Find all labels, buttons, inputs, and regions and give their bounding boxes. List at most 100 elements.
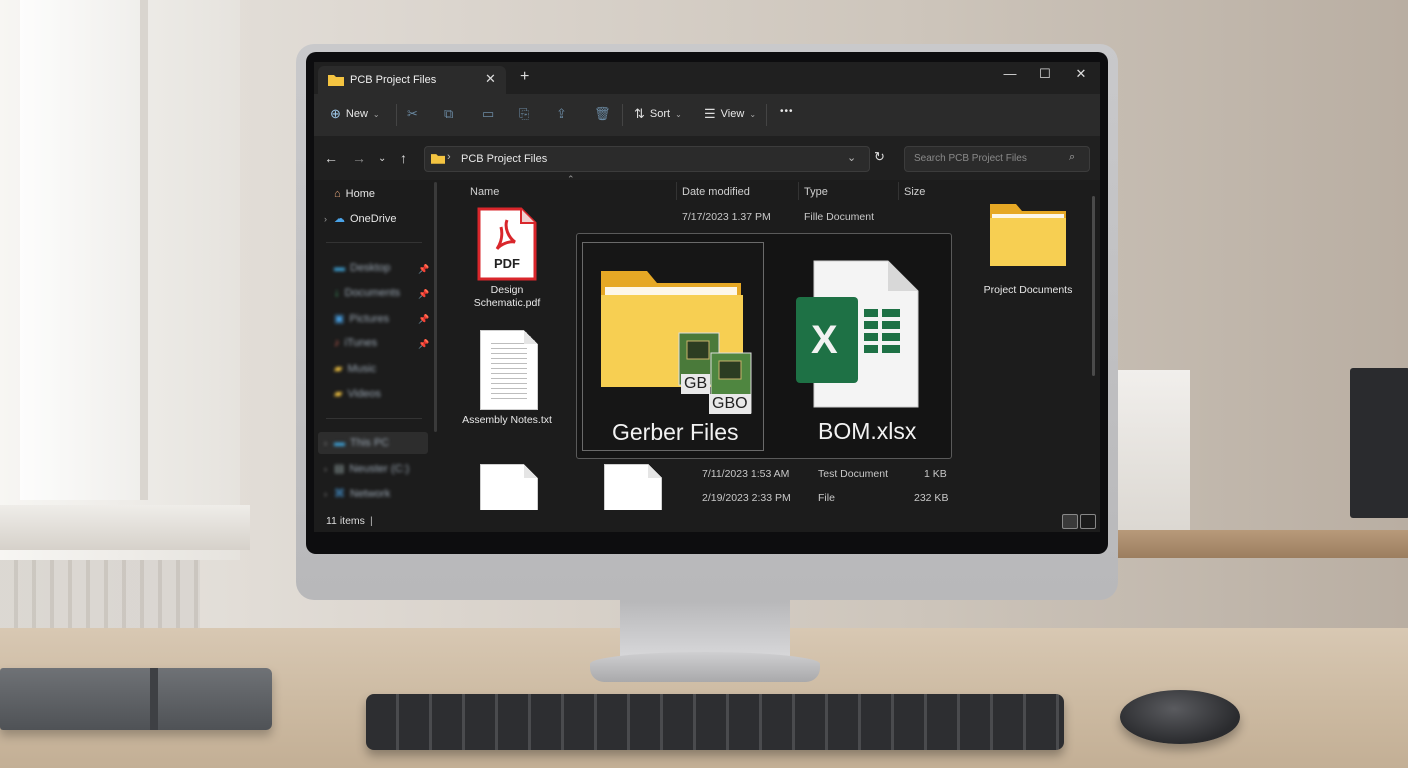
chevron-down-icon: ⌄: [749, 109, 757, 119]
folder-icon: [990, 204, 1066, 266]
maximize-button[interactable]: ☐: [1030, 66, 1060, 82]
size-cell: 1 KB: [924, 468, 947, 480]
pdf-badge: PDF: [494, 256, 520, 271]
refresh-icon[interactable]: ↻: [874, 149, 885, 165]
up-arrow-icon[interactable]: ↑: [400, 150, 407, 166]
monitor-stand: [620, 598, 790, 660]
column-header-date-modified[interactable]: Date modified: [682, 186, 750, 198]
sidebar-item-home[interactable]: ⌂ Home: [334, 188, 375, 200]
status-bar: 11 items |: [314, 510, 1100, 532]
sidebar-item-drive[interactable]: › ▤ Neuster (C:): [324, 462, 410, 476]
file-name: BOM.xlsx: [818, 418, 917, 444]
home-icon: ⌂: [334, 188, 341, 200]
back-arrow-icon[interactable]: ←: [324, 150, 338, 166]
paste-icon[interactable]: ▭: [482, 106, 494, 122]
excel-letter: X: [811, 318, 838, 362]
sidebar-item-label: This PC: [350, 437, 390, 449]
sidebar-item-desktop[interactable]: ▬ Desktop: [334, 262, 390, 274]
close-window-button[interactable]: ✕: [1066, 66, 1096, 82]
sort-ascending-icon: ⌃: [567, 174, 575, 184]
details-view-button[interactable]: [1062, 514, 1078, 529]
view-button[interactable]: ☰ View ⌄: [704, 106, 756, 122]
recent-locations-chevron-icon[interactable]: ⌄: [378, 153, 386, 164]
date-modified-cell: 2/19/2023 2:33 PM: [702, 492, 791, 504]
address-bar[interactable]: › PCB Project Files ⌄: [424, 146, 870, 172]
text-lines: [491, 343, 527, 399]
folder-item-gerber-files[interactable]: GB GBO Gerber Files: [582, 242, 764, 451]
column-header-size[interactable]: Size: [904, 186, 925, 198]
breadcrumb-path: PCB Project Files: [461, 153, 548, 165]
sidebar-item-music[interactable]: ▰ Music: [334, 362, 376, 376]
share-icon[interactable]: ⇪: [556, 106, 567, 122]
delete-icon[interactable]: 🗑: [594, 106, 611, 122]
sidebar-item-label: Documents: [344, 287, 401, 299]
sidebar-item-onedrive[interactable]: › ☁ OneDrive: [324, 212, 397, 226]
title-bar: PCB Project Files ✕ + — ☐ ✕: [314, 62, 1100, 94]
pin-icon[interactable]: 📌: [418, 314, 429, 325]
sidebar-item-itunes[interactable]: ♪ iTunes: [334, 337, 377, 349]
type-cell: Test Document: [818, 468, 889, 480]
forward-arrow-icon[interactable]: →: [352, 150, 366, 166]
window-glass: [20, 0, 148, 500]
sidebar-item-videos[interactable]: ▰ Videos: [334, 387, 381, 401]
rename-icon[interactable]: ⎘: [519, 106, 529, 122]
toolbar-divider: [396, 104, 397, 126]
date-modified-cell: 7/11/2023 1:53 AM: [702, 468, 790, 480]
address-dropdown-icon[interactable]: ⌄: [847, 151, 856, 164]
monitor-stand-base: [590, 652, 820, 682]
new-button[interactable]: ⊕ New ⌄: [330, 106, 380, 122]
folder-name: Project Documents: [983, 284, 1073, 296]
command-bar: ⊕ New ⌄ ✂ ⧉ ▭ ⎘ ⇪ 🗑 ⇅ Sort ⌄ ☰ View ⌄ ••…: [314, 94, 1100, 137]
type-cell: File: [818, 492, 835, 504]
navigation-pane: ⌂ Home › ☁ OneDrive ▬ Desktop 📌 ↓ Docume…: [314, 180, 434, 510]
search-box[interactable]: Search PCB Project Files ⌕: [904, 146, 1090, 172]
sidebar-item-this-pc[interactable]: › ▬ This PC: [324, 437, 390, 449]
folder-icon: [328, 75, 344, 86]
desktop-icon: ▬: [334, 262, 345, 274]
column-divider: [798, 182, 799, 200]
search-icon: ⌕: [1069, 151, 1076, 163]
folder-icon: [431, 154, 445, 164]
music-icon: ♪: [334, 337, 340, 349]
sidebar-item-label: OneDrive: [350, 212, 397, 225]
sidebar-item-pictures[interactable]: ▣ Pictures: [334, 312, 389, 326]
network-icon: ⌘: [334, 488, 345, 500]
content-scrollbar[interactable]: [1092, 196, 1095, 376]
computer-icon: ▬: [334, 437, 345, 449]
room-window: [0, 0, 240, 560]
notebook-strap: [150, 668, 158, 730]
pin-icon[interactable]: 📌: [418, 264, 429, 275]
expand-chevron-icon[interactable]: ›: [324, 438, 327, 448]
new-tab-button[interactable]: +: [520, 68, 529, 86]
column-divider: [898, 182, 899, 200]
sidebar-item-label: Neuster (C:): [349, 462, 410, 475]
sidebar-item-label: Desktop: [350, 262, 391, 274]
sort-button[interactable]: ⇅ Sort ⌄: [634, 106, 682, 122]
column-header-name[interactable]: Name: [470, 186, 499, 198]
column-header-type[interactable]: Type: [804, 186, 828, 198]
sidebar-divider: [326, 418, 422, 419]
pin-icon[interactable]: 📌: [418, 339, 429, 350]
close-tab-icon[interactable]: ✕: [485, 71, 496, 87]
sidebar-item-documents[interactable]: ↓ Documents: [334, 287, 400, 299]
tab-title: PCB Project Files: [350, 74, 437, 86]
chevron-down-icon: ⌄: [675, 109, 682, 119]
minimize-button[interactable]: —: [995, 66, 1025, 81]
tab-pcb-project-files[interactable]: PCB Project Files ✕: [318, 66, 506, 94]
sidebar-scrollbar[interactable]: [434, 182, 437, 432]
copy-icon[interactable]: ⧉: [444, 106, 453, 122]
expand-chevron-icon[interactable]: ›: [324, 489, 327, 499]
expand-chevron-icon[interactable]: ›: [324, 214, 327, 224]
sidebar-divider: [326, 242, 422, 243]
more-options-button[interactable]: •••: [780, 106, 794, 117]
cut-icon[interactable]: ✂: [407, 106, 418, 122]
selection-divider: |: [370, 515, 373, 527]
sidebar-item-network[interactable]: › ⌘ Network: [324, 487, 390, 501]
pictures-icon: ▣: [334, 313, 345, 325]
tiles-view-button[interactable]: [1080, 514, 1096, 529]
sort-label: Sort: [649, 108, 671, 120]
drive-icon: ▤: [334, 463, 345, 475]
pin-icon[interactable]: 📌: [418, 289, 429, 300]
file-explorer-window: PCB Project Files ✕ + — ☐ ✕ ⊕ New ⌄ ✂ ⧉ …: [314, 62, 1100, 532]
expand-chevron-icon[interactable]: ›: [324, 464, 327, 474]
